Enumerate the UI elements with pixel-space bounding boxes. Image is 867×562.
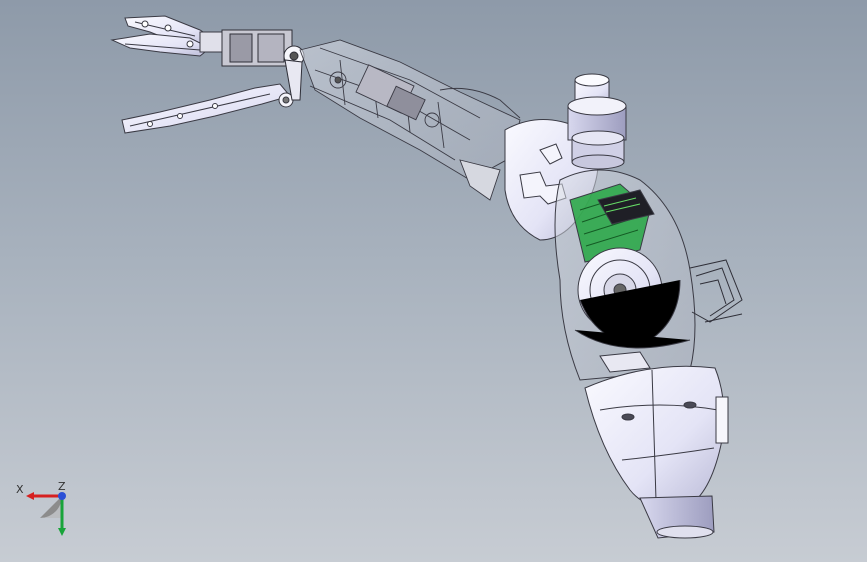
x-axis-label: X: [16, 483, 24, 496]
z-axis-dot: [58, 492, 66, 500]
base-shell[interactable]: [584, 365, 729, 539]
z-axis-label: Z: [58, 480, 66, 493]
forearm-frame[interactable]: [299, 39, 521, 201]
orientation-triad: X Z: [16, 480, 66, 536]
cad-viewport[interactable]: X Z: [0, 0, 867, 562]
side-bracket[interactable]: [689, 259, 743, 323]
upper-arm-body[interactable]: [554, 169, 696, 381]
lower-finger[interactable]: [121, 83, 294, 134]
shoulder-cylinder[interactable]: [567, 73, 627, 170]
upper-finger[interactable]: [110, 15, 225, 57]
robot-arm-model[interactable]: [0, 0, 867, 562]
